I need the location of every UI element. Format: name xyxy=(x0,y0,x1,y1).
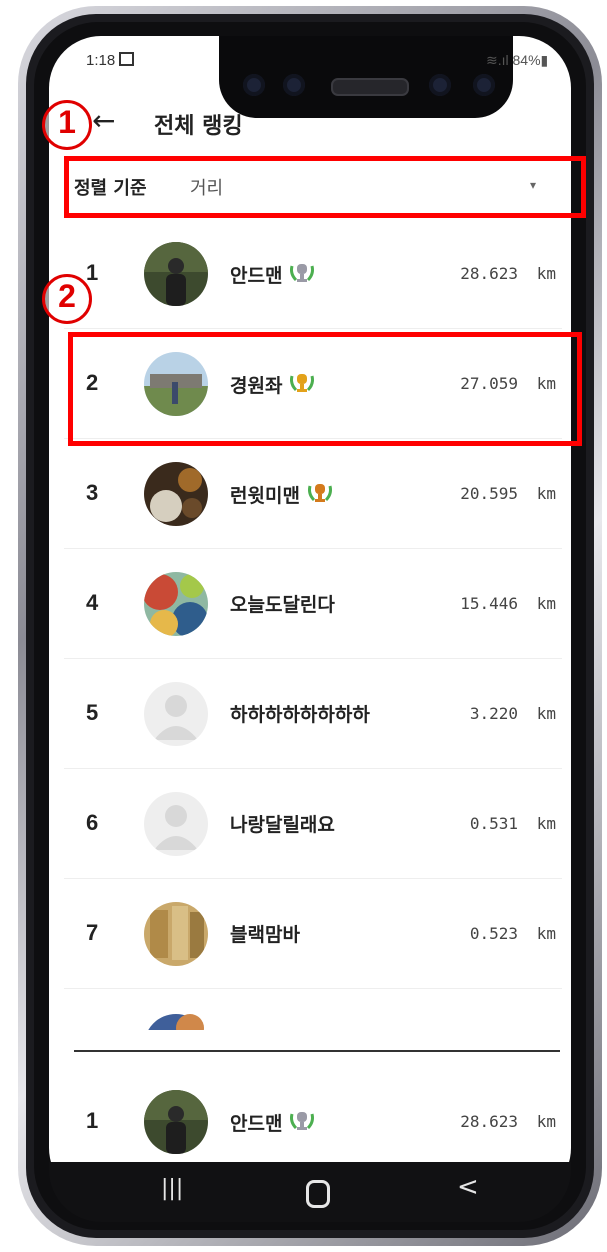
avatar xyxy=(144,1090,208,1154)
nickname: 오늘도달린다 xyxy=(230,594,335,616)
ranking-row[interactable]: 3 런윗미맨 20.595 km xyxy=(64,438,562,549)
bronze-trophy-icon xyxy=(307,484,332,502)
page-title: 전체 랭킹 xyxy=(154,114,243,139)
status-right: ≋.ıl 84%▮ xyxy=(486,52,548,69)
annotation-number: 1 xyxy=(58,104,76,140)
nav-back-icon[interactable]: < xyxy=(457,1172,479,1202)
annotation-box-row xyxy=(68,332,582,446)
avatar xyxy=(144,1014,208,1030)
rank-number: 7 xyxy=(86,920,99,945)
ranking-row[interactable]: 6 나랑달릴래요 0.531 km xyxy=(64,768,562,879)
distance-value: 0.531 xyxy=(469,814,518,833)
annotation-marker-1: 1 xyxy=(42,100,92,150)
rank-number: 3 xyxy=(86,480,99,505)
distance-unit: km xyxy=(536,814,556,833)
default-avatar-icon xyxy=(144,682,208,746)
annotation-box-sort xyxy=(64,156,586,218)
ranking-row[interactable]: 7 블랙맘바 0.523 km xyxy=(64,878,562,989)
distance-unit: km xyxy=(536,484,556,503)
front-camera-icon xyxy=(429,74,451,96)
nickname: 하하하하하하하하 xyxy=(230,704,370,726)
avatar xyxy=(144,242,208,306)
nickname: 안드맨 xyxy=(230,1108,316,1136)
sensor-icon xyxy=(283,74,305,96)
avatar xyxy=(144,572,208,636)
distance-unit: km xyxy=(536,704,556,723)
nickname: 안드맨 xyxy=(230,260,316,288)
distance-unit: km xyxy=(536,264,556,283)
distance-value: 3.220 xyxy=(469,704,518,723)
distance-value: 20.595 xyxy=(460,484,518,503)
nickname-text: 런윗미맨 xyxy=(230,485,300,507)
nickname-text: 안드맨 xyxy=(230,1113,283,1135)
distance-value: 0.523 xyxy=(469,924,518,943)
status-time-text: 1:18 xyxy=(86,52,116,69)
my-rank-row[interactable]: 1 안드맨 28.623 km xyxy=(64,1082,562,1166)
nickname-text: 안드맨 xyxy=(230,265,283,287)
nickname: 블랙맘바 xyxy=(230,924,300,946)
battery-icon: ▮ xyxy=(540,52,549,68)
gallery-icon xyxy=(119,52,135,66)
distance-value: 15.446 xyxy=(460,594,518,613)
distance-value: 28.623 xyxy=(460,264,518,283)
rank-number: 1 xyxy=(86,1108,99,1133)
wifi-signal-icon: ≋.ıl xyxy=(486,52,509,68)
annotation-marker-2: 2 xyxy=(42,274,92,324)
speaker-grille xyxy=(331,78,409,96)
phone-frame: 1:18 ≋.ıl 84%▮ ← 전체 랭킹 정렬 기준 거리 ▾ 1 안드맨 … xyxy=(0,0,607,1252)
rank-number: 4 xyxy=(86,590,99,615)
sensor-icon xyxy=(473,74,495,96)
notch xyxy=(219,36,513,118)
ranking-row[interactable]: 5 하하하하하하하하 3.220 km xyxy=(64,658,562,769)
annotation-number: 2 xyxy=(58,278,76,314)
distance-value: 28.623 xyxy=(460,1112,518,1131)
nickname: 나랑달릴래요 xyxy=(230,814,335,836)
status-time: 1:18 xyxy=(86,52,135,69)
distance-unit: km xyxy=(536,594,556,613)
ranking-row[interactable]: 1 안드맨 28.623 km xyxy=(64,218,562,329)
distance-unit: km xyxy=(536,924,556,943)
divider xyxy=(74,1050,560,1052)
silver-trophy-icon xyxy=(290,264,315,282)
rank-number: 5 xyxy=(86,700,99,725)
home-icon[interactable] xyxy=(306,1180,330,1208)
ranking-row[interactable]: 4 오늘도달린다 15.446 km xyxy=(64,548,562,659)
avatar xyxy=(144,902,208,966)
battery-text: 84% xyxy=(512,52,541,68)
sensor-icon xyxy=(243,74,265,96)
recent-apps-icon[interactable]: ||| xyxy=(161,1176,183,1201)
distance-unit: km xyxy=(536,1112,556,1131)
back-arrow-icon[interactable]: ← xyxy=(92,104,115,137)
rank-number: 6 xyxy=(86,810,99,835)
avatar xyxy=(144,462,208,526)
default-avatar-icon xyxy=(144,792,208,856)
nickname: 런윗미맨 xyxy=(230,480,334,508)
silver-trophy-icon xyxy=(290,1112,315,1130)
